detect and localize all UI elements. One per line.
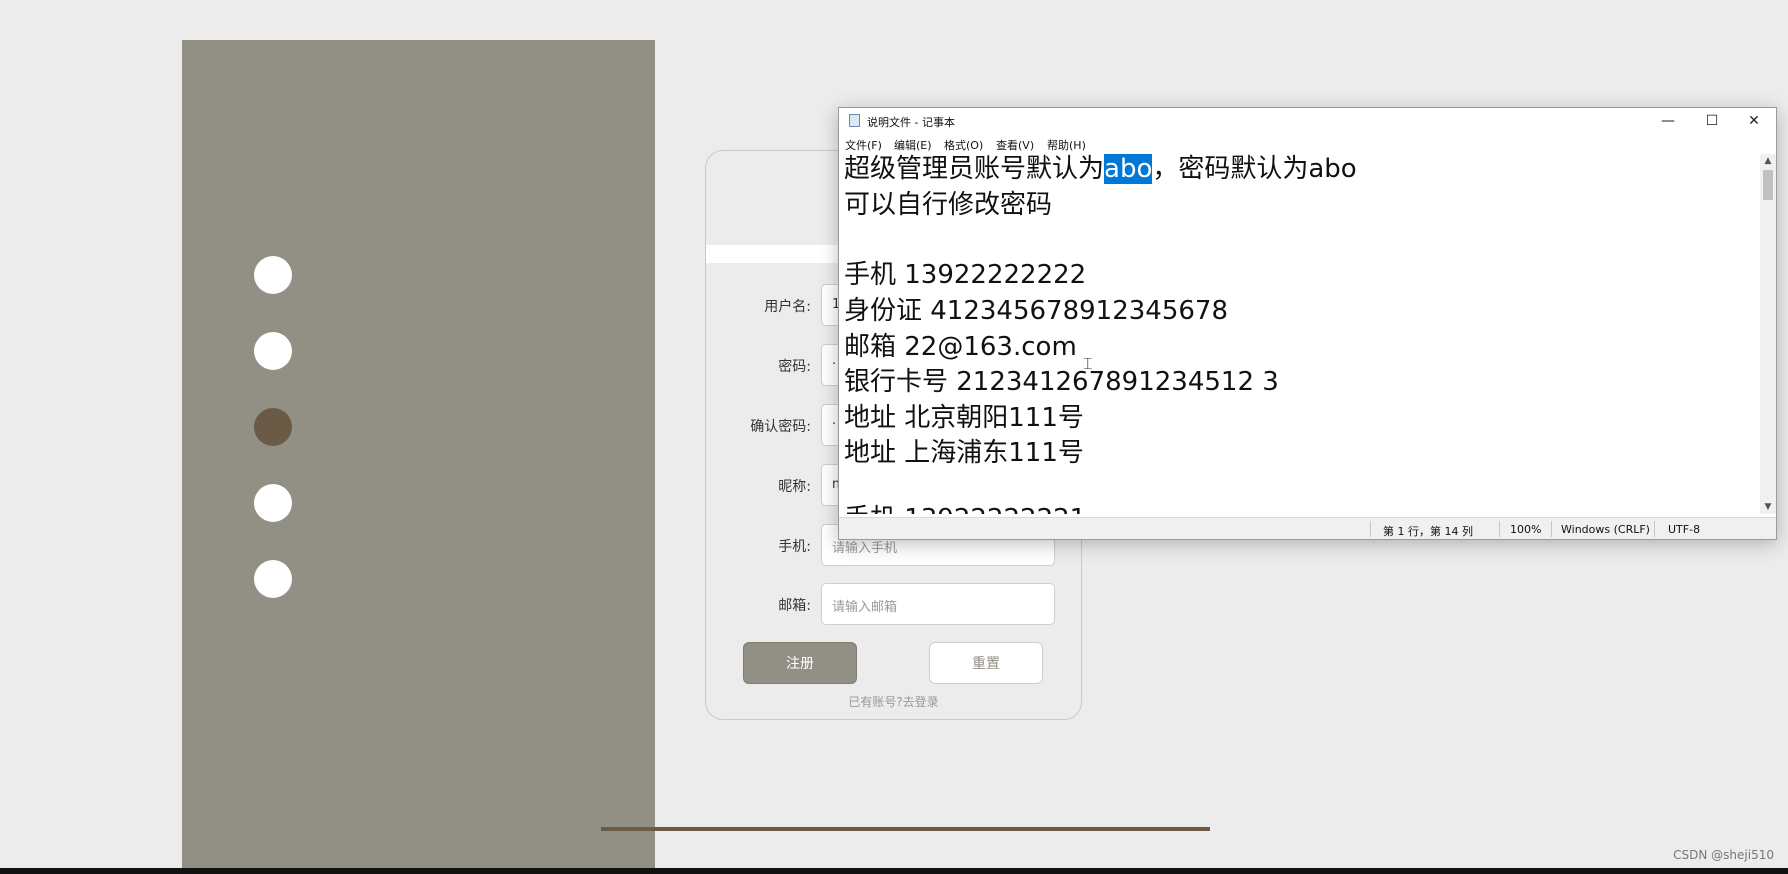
menu-view[interactable]: 查看(V) xyxy=(996,137,1034,153)
text-line-1: 超级管理员账号默认为abo，密码默认为abo xyxy=(844,154,1357,184)
minimize-icon[interactable]: — xyxy=(1646,108,1690,134)
confirm-password-label: 确认密码: xyxy=(750,419,811,435)
slider-dot-4[interactable] xyxy=(254,484,292,522)
notepad-window: 说明文件 - 记事本 — ☐ ✕ 文件(F) 编辑(E) 格式(O) 查看(V)… xyxy=(838,107,1777,540)
menu-edit[interactable]: 编辑(E) xyxy=(894,137,932,153)
text-line-6: 邮箱 22@163.com xyxy=(844,332,1077,362)
notepad-titlebar[interactable]: 说明文件 - 记事本 — ☐ ✕ xyxy=(839,108,1776,134)
password-label: 密码: xyxy=(778,359,811,375)
slider-dot-2[interactable] xyxy=(254,332,292,370)
text-line-5: 身份证 412345678912345678 xyxy=(844,296,1229,326)
status-line-ending: Windows (CRLF) xyxy=(1561,523,1650,536)
left-decorative-panel xyxy=(182,40,655,874)
text-line-8: 地址 北京朝阳111号 xyxy=(844,403,1084,433)
text-line-2: 可以自行修改密码 xyxy=(844,190,1053,220)
maximize-icon[interactable]: ☐ xyxy=(1690,108,1734,134)
go-login-link[interactable]: 已有账号?去登录 xyxy=(706,693,1081,710)
menu-file[interactable]: 文件(F) xyxy=(845,137,882,153)
scroll-thumb[interactable] xyxy=(1763,170,1773,200)
scroll-down-icon[interactable]: ▼ xyxy=(1760,502,1776,512)
vertical-scrollbar[interactable]: ▲ ▼ xyxy=(1760,154,1776,514)
nickname-label: 昵称: xyxy=(778,479,811,495)
text-line-4: 手机 13922222222 xyxy=(844,260,1087,290)
status-encoding: UTF-8 xyxy=(1668,523,1701,536)
status-position: 第 1 行，第 14 列 xyxy=(1383,525,1473,538)
phone-label: 手机: xyxy=(778,539,811,555)
notepad-statusbar: 第 1 行，第 14 列 100% Windows (CRLF) UTF-8 xyxy=(839,517,1776,539)
csdn-watermark: CSDN @sheji510 xyxy=(1673,848,1774,862)
menu-help[interactable]: 帮助(H) xyxy=(1047,137,1086,153)
notepad-menubar: 文件(F) 编辑(E) 格式(O) 查看(V) 帮助(H) xyxy=(839,134,1776,154)
notepad-text-area[interactable]: 超级管理员账号默认为abo，密码默认为abo 可以自行修改密码 手机 13922… xyxy=(839,154,1760,514)
screen-bottom-edge xyxy=(0,868,1788,874)
slider-dot-5[interactable] xyxy=(254,560,292,598)
email-input[interactable]: 请输入邮箱 xyxy=(821,583,1055,625)
slider-dot-3-active[interactable] xyxy=(254,408,292,446)
status-zoom: 100% xyxy=(1510,523,1542,536)
text-cursor-icon: ⌶ xyxy=(1083,354,1093,373)
menu-format[interactable]: 格式(O) xyxy=(944,137,983,153)
username-label: 用户名: xyxy=(764,299,811,315)
selected-text: abo xyxy=(1104,154,1153,184)
notepad-app-icon xyxy=(849,114,860,127)
register-button[interactable]: 注册 xyxy=(743,642,857,684)
email-row: 邮箱: 请输入邮箱 xyxy=(706,583,1081,627)
close-icon[interactable]: ✕ xyxy=(1732,108,1776,134)
text-line-9: 地址 上海浦东111号 xyxy=(844,438,1084,468)
text-line-11-partial: 手机 13922222221 xyxy=(844,504,1086,514)
text-line-7: 银行卡号 212341267891234512 3 xyxy=(844,367,1279,397)
accent-divider-line xyxy=(601,827,1210,831)
notepad-title: 说明文件 - 记事本 xyxy=(867,116,955,129)
email-label: 邮箱: xyxy=(778,598,811,614)
scroll-up-icon[interactable]: ▲ xyxy=(1760,156,1776,166)
slider-dot-1[interactable] xyxy=(254,256,292,294)
reset-button[interactable]: 重置 xyxy=(929,642,1043,684)
